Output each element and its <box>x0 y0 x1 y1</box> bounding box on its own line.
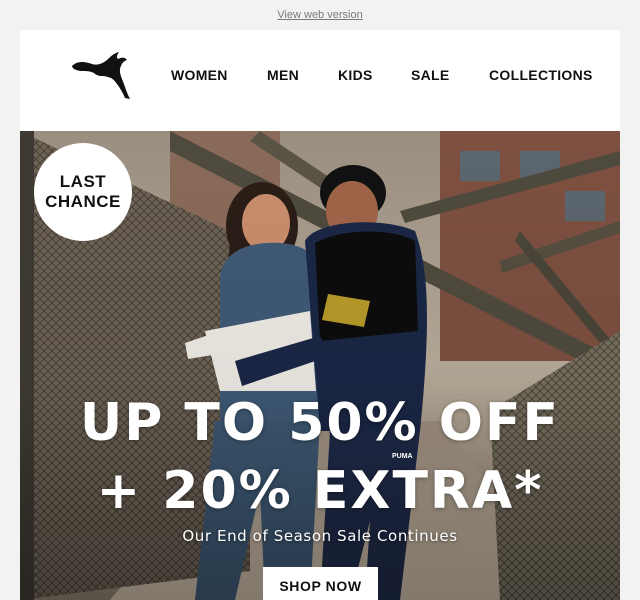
nav-men[interactable]: MEN <box>267 67 299 83</box>
main-nav: WOMEN MEN KIDS SALE COLLECTIONS <box>20 67 620 87</box>
nav-kids[interactable]: KIDS <box>338 67 373 83</box>
nav-collections[interactable]: COLLECTIONS <box>489 67 593 83</box>
headline-line-2: + 20% EXTRA* <box>96 461 544 521</box>
subheadline: Our End of Season Sale Continues <box>182 527 458 545</box>
email-header: WOMEN MEN KIDS SALE COLLECTIONS <box>20 30 620 130</box>
headline-line-1: UP TO 50% OFF <box>79 393 561 453</box>
shop-now-button[interactable]: SHOP NOW <box>263 567 378 600</box>
view-web-version-link[interactable]: View web version <box>0 9 640 21</box>
preheader-bar: View web version <box>0 0 640 30</box>
badge-label: LAST CHANCE <box>45 172 121 211</box>
last-chance-badge: LAST CHANCE <box>34 143 132 241</box>
hero-banner[interactable]: PUMA LAST CHANCE UP TO 50% OFF + 20% EXT… <box>20 131 620 600</box>
nav-sale[interactable]: SALE <box>411 67 450 83</box>
hoodie-brand-print: PUMA <box>392 453 413 460</box>
nav-women[interactable]: WOMEN <box>171 67 228 83</box>
email-container: WOMEN MEN KIDS SALE COLLECTIONS PUMA LAS… <box>20 30 620 600</box>
